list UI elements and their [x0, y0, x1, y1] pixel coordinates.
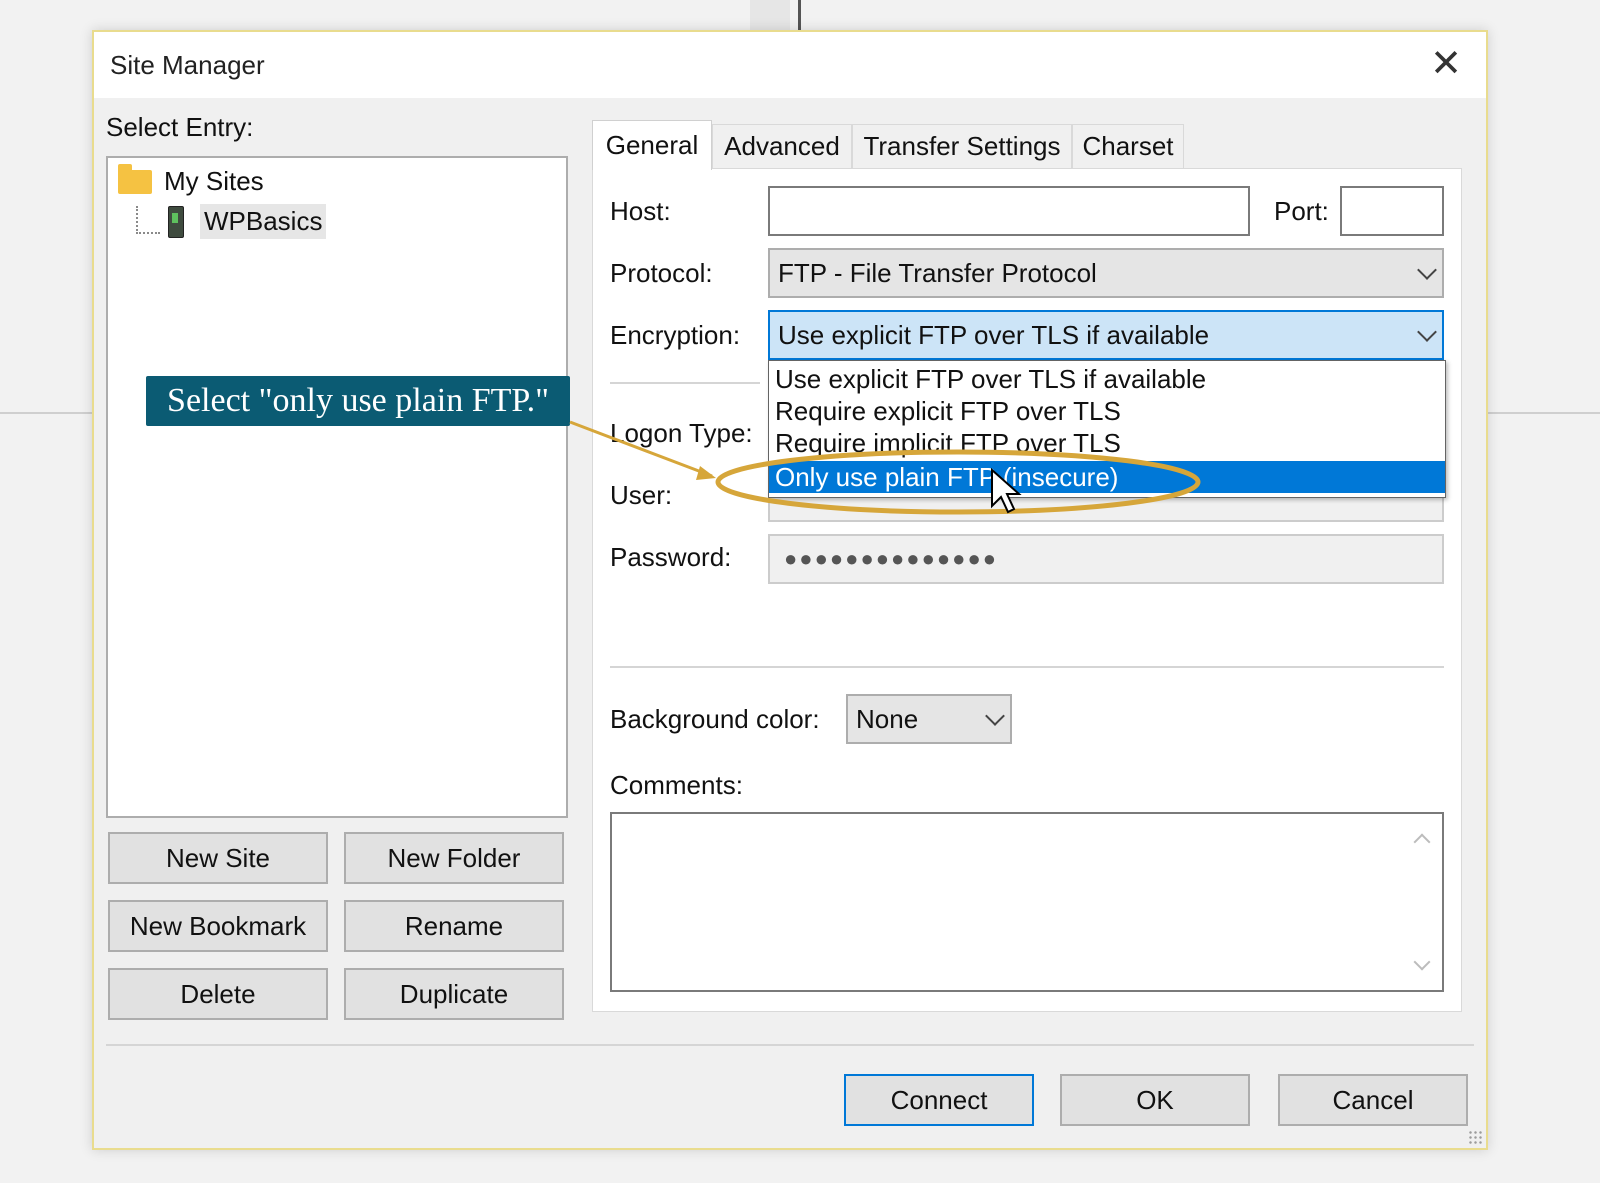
cursor-pointer-icon: [991, 467, 1022, 514]
annotation-arrowhead: [696, 466, 716, 480]
annotation-highlight-ellipse: [715, 449, 1201, 515]
annotation-arrow-line: [569, 420, 713, 478]
annotation-overlay: [569, 420, 1201, 515]
